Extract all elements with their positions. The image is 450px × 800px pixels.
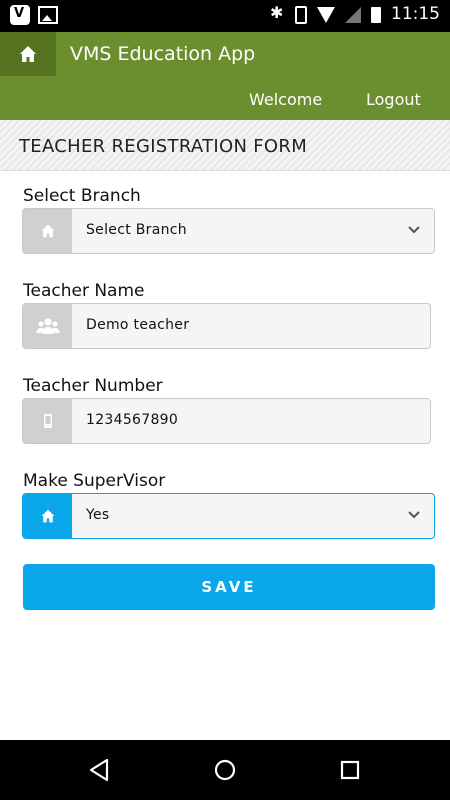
- recents-icon[interactable]: [340, 760, 360, 780]
- image-icon: [38, 6, 58, 24]
- branch-label: Select Branch: [23, 186, 141, 206]
- app-title: VMS Education App: [70, 43, 256, 65]
- supervisor-select-value: Yes: [86, 507, 110, 523]
- app-header: VMS Education App Welcome Logout: [0, 32, 450, 120]
- page-title: TEACHER REGISTRATION FORM: [19, 136, 308, 157]
- mobile-icon: [43, 414, 52, 428]
- teacher-name-value: Demo teacher: [86, 317, 190, 333]
- users-icon: [36, 318, 59, 334]
- supervisor-label: Make SuperVisor: [23, 471, 166, 491]
- back-icon[interactable]: [88, 758, 110, 782]
- logout-link[interactable]: Logout: [366, 90, 421, 109]
- supervisor-select[interactable]: Yes: [22, 493, 435, 539]
- chevron-down-icon: [408, 511, 420, 519]
- clock: 11:15: [391, 4, 440, 24]
- branch-select-value: Select Branch: [86, 222, 187, 238]
- home-icon: [41, 509, 54, 523]
- status-bar: 11:15: [0, 0, 450, 32]
- cellular-icon: [345, 7, 361, 23]
- teacher-number-field[interactable]: 1234567890: [22, 398, 431, 444]
- home-button[interactable]: [0, 32, 56, 76]
- wifi-icon: [317, 7, 335, 23]
- supervisor-addon: [23, 494, 72, 538]
- system-navigation-bar: [0, 740, 450, 800]
- battery-icon: [371, 7, 381, 23]
- home-icon: [41, 224, 54, 238]
- teacher-name-label: Teacher Name: [23, 281, 145, 301]
- app-icon: [10, 5, 30, 25]
- save-button[interactable]: SAVE: [23, 564, 435, 610]
- bluetooth-icon: [269, 3, 285, 24]
- teacher-name-addon: [23, 304, 72, 348]
- teacher-name-field[interactable]: Demo teacher: [22, 303, 431, 349]
- teacher-number-value: 1234567890: [86, 412, 179, 428]
- home-circle-icon[interactable]: [214, 759, 236, 781]
- vibrate-icon: [295, 6, 307, 24]
- welcome-link[interactable]: Welcome: [249, 90, 322, 109]
- chevron-down-icon: [408, 226, 420, 234]
- teacher-number-label: Teacher Number: [23, 376, 163, 396]
- branch-select[interactable]: Select Branch: [22, 208, 435, 254]
- teacher-number-addon: [23, 399, 72, 443]
- home-icon: [20, 46, 36, 62]
- form-section-header: TEACHER REGISTRATION FORM: [0, 120, 450, 171]
- branch-addon: [23, 209, 72, 253]
